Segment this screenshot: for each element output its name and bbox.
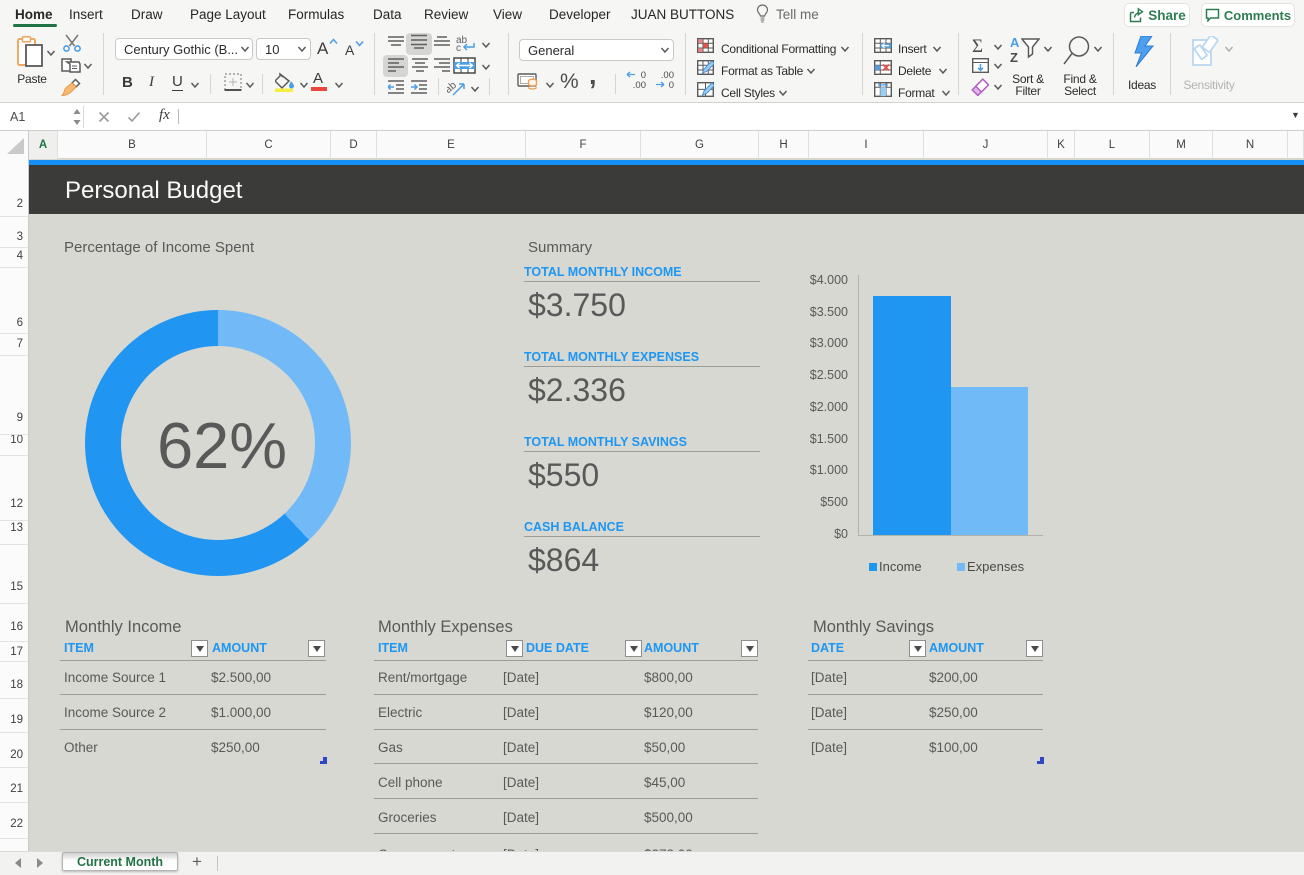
svg-text:ab: ab [447,79,459,96]
svg-text:c: c [456,43,461,52]
svg-text:.00: .00 [633,80,646,90]
svg-text:0: 0 [669,80,674,90]
